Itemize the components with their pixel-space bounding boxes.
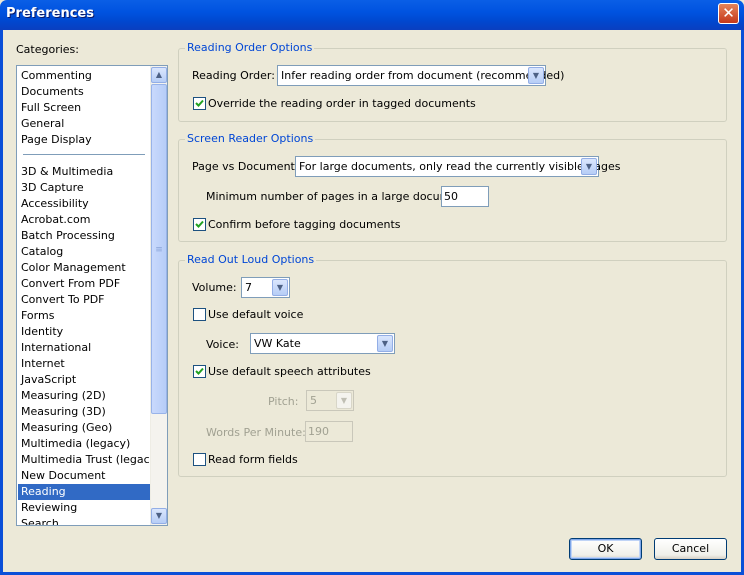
list-item[interactable]: 3D Capture bbox=[18, 180, 150, 196]
window-title: Preferences bbox=[6, 6, 94, 21]
scroll-thumb[interactable]: ≡ bbox=[151, 84, 167, 414]
chevron-down-icon[interactable]: ▼ bbox=[377, 335, 393, 352]
list-item[interactable]: Measuring (Geo) bbox=[18, 420, 150, 436]
voice-value: VW Kate bbox=[254, 337, 301, 350]
categories-label: Categories: bbox=[16, 43, 79, 56]
check-icon bbox=[195, 99, 204, 107]
volume-dropdown[interactable]: 7 ▼ bbox=[241, 277, 290, 298]
list-item[interactable]: 3D & Multimedia bbox=[18, 164, 150, 180]
volume-label: Volume: bbox=[192, 281, 237, 294]
wpm-field[interactable] bbox=[306, 422, 352, 441]
reading-order-value: Infer reading order from document (recom… bbox=[281, 69, 565, 82]
list-item[interactable]: General bbox=[18, 116, 150, 132]
list-item[interactable]: Measuring (2D) bbox=[18, 388, 150, 404]
list-item[interactable]: Page Display bbox=[18, 132, 150, 148]
scroll-up-button[interactable]: ▲ bbox=[151, 67, 167, 83]
list-item[interactable]: Acrobat.com bbox=[18, 212, 150, 228]
default-speech-label: Use default speech attributes bbox=[208, 365, 371, 378]
default-voice-label: Use default voice bbox=[208, 308, 304, 321]
list-item[interactable]: Convert To PDF bbox=[18, 292, 150, 308]
list-item[interactable]: Internet bbox=[18, 356, 150, 372]
volume-value: 7 bbox=[245, 281, 252, 294]
chevron-down-icon[interactable]: ▼ bbox=[336, 392, 352, 409]
pitch-label: Pitch: bbox=[268, 395, 299, 408]
read-out-loud-title: Read Out Loud Options bbox=[185, 253, 317, 266]
chevron-down-icon[interactable]: ▼ bbox=[581, 158, 597, 175]
close-icon[interactable]: ✕ bbox=[718, 3, 739, 24]
voice-dropdown[interactable]: VW Kate ▼ bbox=[250, 333, 395, 354]
ok-button[interactable]: OK bbox=[569, 538, 642, 560]
page-vs-doc-dropdown[interactable]: For large documents, only read the curre… bbox=[295, 156, 620, 177]
check-icon bbox=[195, 220, 204, 228]
wpm-input[interactable] bbox=[305, 421, 353, 442]
override-order-label: Override the reading order in tagged doc… bbox=[208, 97, 476, 110]
list-item[interactable]: Search bbox=[18, 516, 150, 525]
default-voice-checkbox[interactable] bbox=[193, 308, 206, 321]
chevron-down-icon[interactable]: ▼ bbox=[528, 67, 544, 84]
list-item[interactable]: Identity bbox=[18, 324, 150, 340]
list-item[interactable]: Forms bbox=[18, 308, 150, 324]
list-item[interactable]: New Document bbox=[18, 468, 150, 484]
confirm-tagging-label: Confirm before tagging documents bbox=[208, 218, 401, 231]
pitch-dropdown[interactable]: 5 ▼ bbox=[306, 390, 354, 411]
list-item[interactable]: Full Screen bbox=[18, 100, 150, 116]
list-item[interactable]: Measuring (3D) bbox=[18, 404, 150, 420]
list-item[interactable]: Multimedia Trust (legacy) bbox=[18, 452, 160, 468]
chevron-down-icon[interactable]: ▼ bbox=[272, 279, 288, 296]
reading-order-title: Reading Order Options bbox=[185, 41, 315, 54]
list-item[interactable]: Batch Processing bbox=[18, 228, 150, 244]
list-item[interactable]: International bbox=[18, 340, 150, 356]
check-icon bbox=[195, 367, 204, 375]
read-form-fields-label: Read form fields bbox=[208, 453, 298, 466]
pitch-value: 5 bbox=[310, 394, 317, 407]
read-form-fields-checkbox[interactable] bbox=[193, 453, 206, 466]
list-item[interactable]: Reading bbox=[18, 484, 150, 500]
window-frame-left bbox=[0, 30, 3, 575]
reading-order-dropdown[interactable]: Infer reading order from document (recom… bbox=[277, 65, 564, 86]
list-item[interactable]: Multimedia (legacy) bbox=[18, 436, 150, 452]
screen-reader-title: Screen Reader Options bbox=[185, 132, 316, 145]
list-item[interactable]: Documents bbox=[18, 84, 150, 100]
min-pages-label: Minimum number of pages in a large docum… bbox=[206, 190, 473, 203]
wpm-label: Words Per Minute: bbox=[206, 426, 306, 439]
override-order-checkbox[interactable] bbox=[193, 97, 206, 110]
reading-order-label: Reading Order: bbox=[192, 69, 275, 82]
list-item[interactable]: JavaScript bbox=[18, 372, 150, 388]
min-pages-field[interactable] bbox=[442, 187, 488, 206]
categories-list[interactable]: Commenting Documents Full Screen General Pag… bbox=[16, 65, 168, 526]
page-vs-doc-value: For large documents, only read the curre… bbox=[299, 160, 621, 173]
scroll-down-button[interactable]: ▼ bbox=[151, 508, 167, 524]
cancel-button[interactable]: Cancel bbox=[654, 538, 727, 560]
confirm-tagging-checkbox[interactable] bbox=[193, 218, 206, 231]
page-vs-doc-label: Page vs Document: bbox=[192, 160, 299, 173]
title-bar[interactable]: Preferences ✕ bbox=[0, 0, 744, 30]
voice-label: Voice: bbox=[206, 338, 239, 351]
min-pages-input[interactable] bbox=[441, 186, 489, 207]
category-separator bbox=[23, 154, 145, 155]
list-item[interactable]: Convert From PDF bbox=[18, 276, 150, 292]
list-item[interactable]: Commenting bbox=[18, 68, 150, 84]
list-item[interactable]: Reviewing bbox=[18, 500, 150, 516]
default-speech-checkbox[interactable] bbox=[193, 365, 206, 378]
list-item[interactable]: Color Management bbox=[18, 260, 150, 276]
list-item[interactable]: Catalog bbox=[18, 244, 150, 260]
categories-scrollbar[interactable]: ▲ ≡ ▼ bbox=[150, 66, 167, 525]
list-item[interactable]: Accessibility bbox=[18, 196, 150, 212]
